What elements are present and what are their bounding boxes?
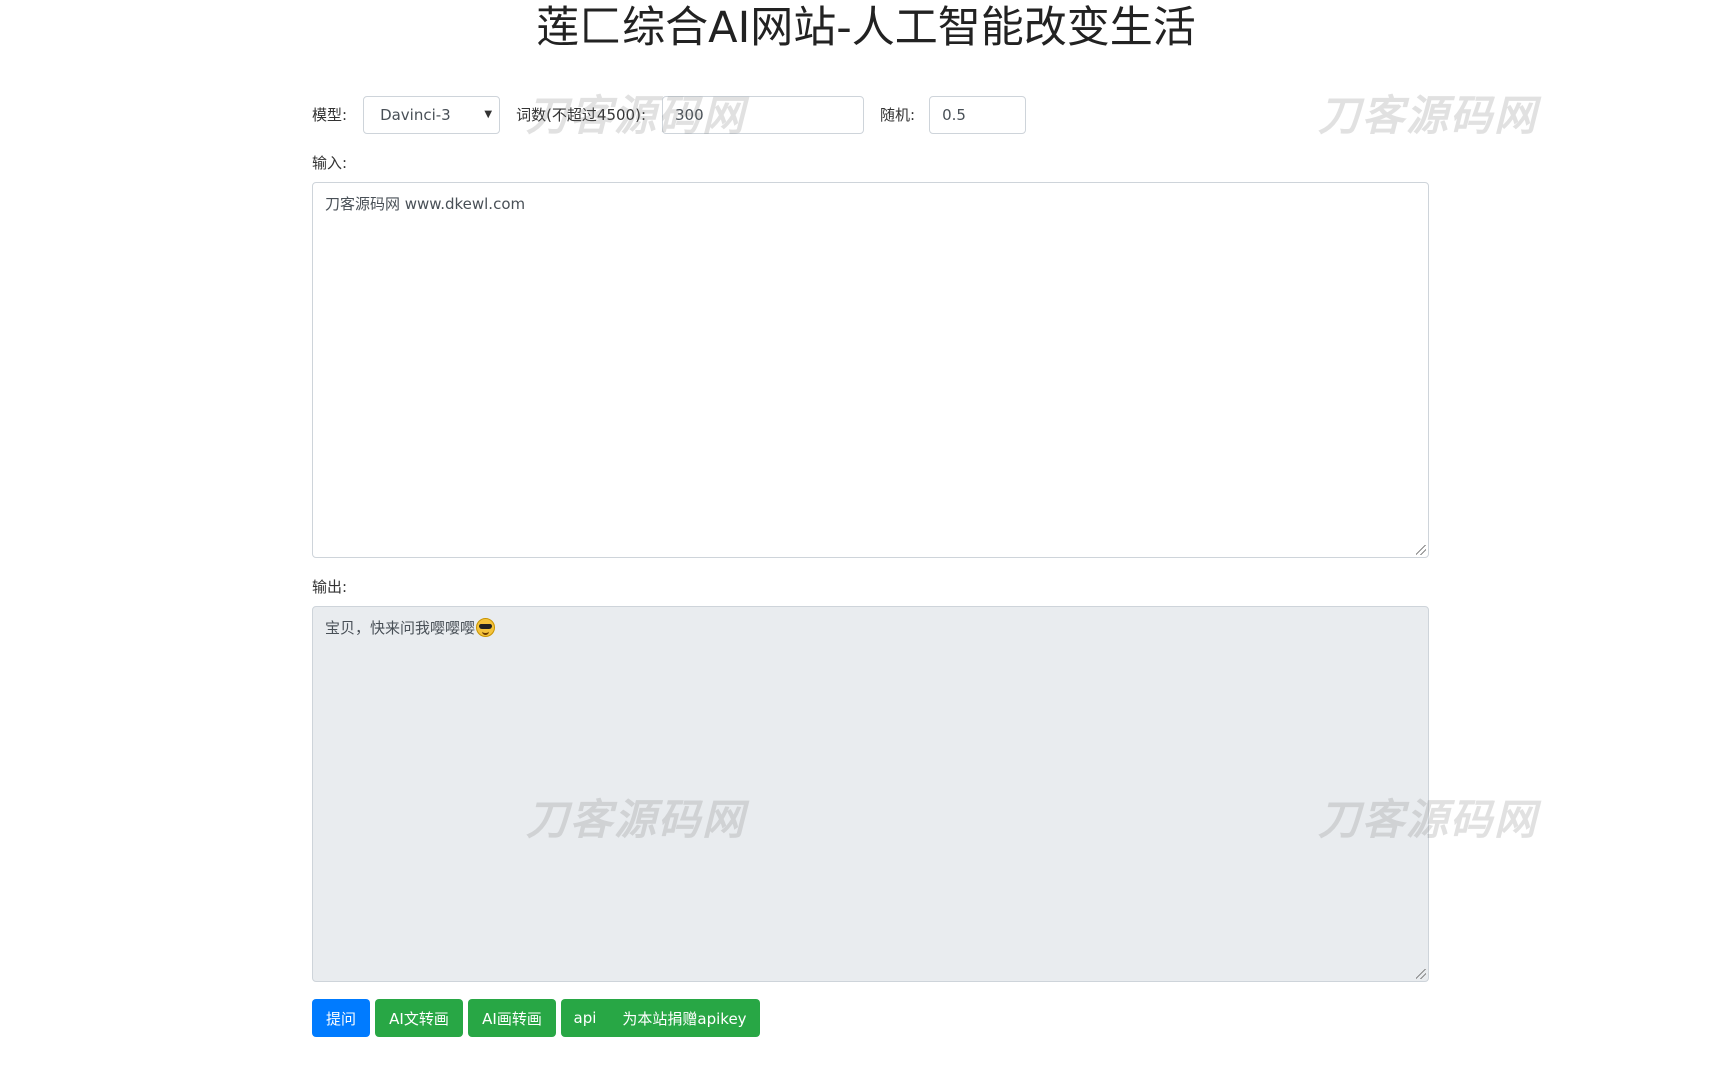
output-label: 输出: [312,578,348,596]
output-text: 宝贝，快来问我嘤嘤嘤 [325,619,476,637]
input-text: 刀客源码网 www.dkewl.com [325,195,526,213]
model-select[interactable]: Davinci-3 ▼ [363,95,501,134]
watermark: 刀客源码网 [1318,795,1539,844]
smiling-face-with-sunglasses-icon [476,618,496,637]
donate-apikey-button[interactable]: 为本站捐赠apikey [609,999,760,1037]
action-buttons: 提问 AI文转画 AI画转画 api 为本站捐赠apikey [312,999,760,1037]
input-label: 输入: [312,154,348,172]
page-title: 莲匚综合AI网站-人工智能改变生活 [536,3,1196,53]
random-label: 随机: [880,106,916,124]
watermark: 刀客源码网 [526,795,747,844]
page: 莲匚综合AI网站-人工智能改变生活 模型: Davinci-3 ▼ 词数(不超过… [0,0,1732,1074]
api-button[interactable]: api [561,999,609,1037]
resize-handle-icon[interactable] [1416,969,1426,979]
ask-button[interactable]: 提问 [312,999,370,1037]
ai-image-to-image-button[interactable]: AI画转画 [468,999,556,1037]
watermark: 刀客源码网 [1318,91,1539,140]
model-label: 模型: [312,106,348,124]
random-input[interactable]: 0.5 [929,95,1027,134]
ai-text-to-image-button[interactable]: AI文转画 [375,999,463,1037]
resize-handle-icon[interactable] [1416,545,1426,555]
watermark: 刀客源码网 [526,91,747,140]
output-textarea[interactable]: 宝贝，快来问我嘤嘤嘤 [312,606,1429,982]
model-select-value: Davinci-3 [380,105,451,124]
input-textarea[interactable]: 刀客源码网 www.dkewl.com [312,182,1429,558]
chevron-down-icon: ▼ [484,108,493,120]
